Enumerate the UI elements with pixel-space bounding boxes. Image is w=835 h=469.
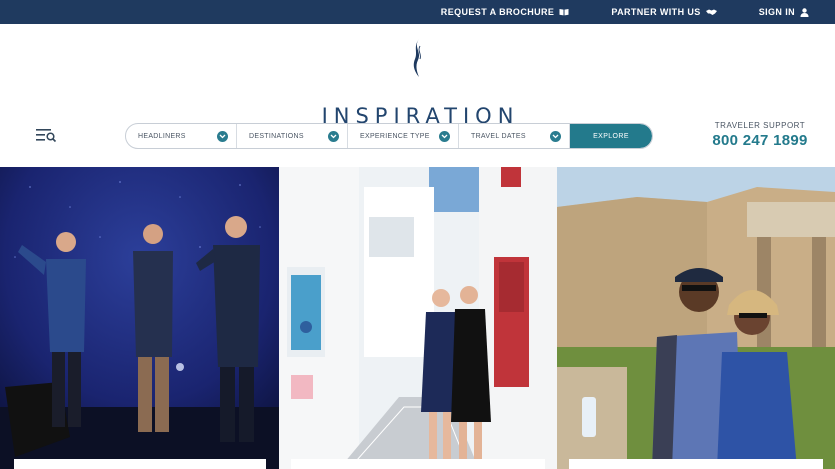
request-brochure-link[interactable]: REQUEST A BROCHURE [441, 7, 570, 17]
sign-in-link[interactable]: SIGN IN [759, 7, 809, 17]
chevron-down-icon [550, 130, 561, 142]
support-phone-link[interactable]: 800 247 1899 [700, 132, 820, 149]
chevron-down-icon [217, 130, 228, 142]
handshake-icon [705, 8, 717, 16]
destinations-dropdown[interactable]: DESTINATIONS [237, 124, 348, 148]
book-icon [559, 8, 569, 16]
trip-search-bar: HEADLINERS DESTINATIONS EXPERIENCE TYPE … [125, 123, 653, 149]
site-header: INSPIRATION HEADLINERS DESTINATIONS EXPE… [0, 24, 835, 167]
travelers-ruins-image[interactable] [557, 167, 835, 469]
travel-dates-label: TRAVEL DATES [471, 132, 526, 140]
tile-caption-card [14, 459, 266, 469]
traveler-support-label: TRAVELER SUPPORT [714, 121, 806, 130]
tile-caption-card [291, 459, 545, 469]
sign-in-label: SIGN IN [758, 7, 795, 17]
user-icon [800, 7, 809, 17]
experience-type-label: EXPERIENCE TYPE [360, 132, 430, 140]
travel-dates-dropdown[interactable]: TRAVEL DATES [459, 124, 570, 148]
tile-caption-card [569, 459, 823, 469]
top-utility-bar: REQUEST A BROCHURE PARTNER WITH US SIGN … [0, 0, 835, 24]
menu-search-button[interactable] [35, 127, 57, 143]
traveler-support: TRAVELER SUPPORT 800 247 1899 [700, 121, 820, 149]
partner-with-us-label: PARTNER WITH US [611, 7, 701, 17]
chevron-down-icon [439, 130, 450, 142]
logo-flame-icon[interactable] [409, 38, 427, 78]
request-brochure-label: REQUEST A BROCHURE [440, 7, 555, 17]
chevron-down-icon [328, 130, 339, 142]
headliners-dropdown[interactable]: HEADLINERS [126, 124, 237, 148]
concert-performers-image[interactable] [0, 167, 279, 469]
hero-image-tiles [0, 167, 835, 469]
greek-island-street-image[interactable] [279, 167, 557, 469]
explore-button[interactable]: EXPLORE [570, 124, 652, 148]
destinations-label: DESTINATIONS [249, 132, 304, 140]
partner-with-us-link[interactable]: PARTNER WITH US [611, 7, 717, 17]
experience-type-dropdown[interactable]: EXPERIENCE TYPE [348, 124, 459, 148]
headliners-label: HEADLINERS [138, 132, 186, 140]
